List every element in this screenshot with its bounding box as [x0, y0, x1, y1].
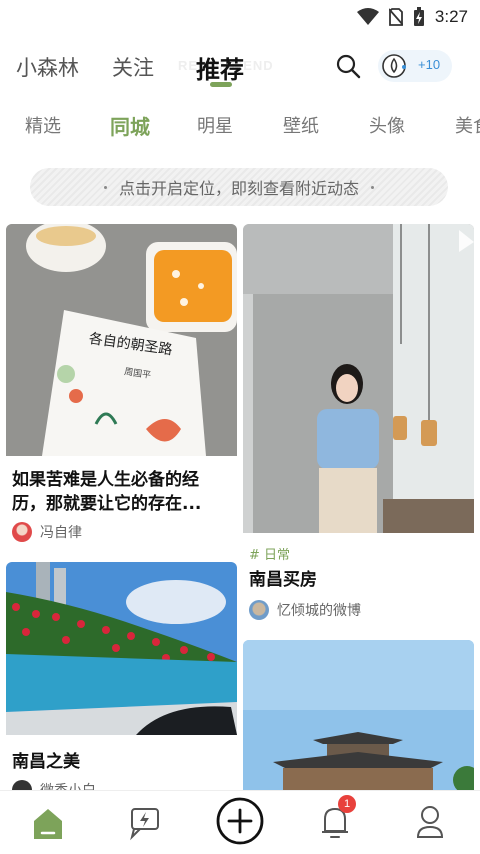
- banner-dot: [371, 185, 374, 189]
- card-image: [243, 640, 474, 790]
- author-name: 忆倾城的微博: [277, 603, 361, 619]
- card-image: 各自的朝圣路 周国平: [6, 224, 237, 456]
- category-local[interactable]: 同城: [110, 111, 150, 140]
- no-sim-icon: [388, 8, 403, 26]
- book-photo: 各自的朝圣路 周国平: [6, 224, 237, 456]
- card-title: 南昌之美: [12, 752, 80, 772]
- card-author[interactable]: 忆倾城的微博: [249, 600, 361, 620]
- avatar: [249, 600, 269, 620]
- profile-icon[interactable]: [408, 799, 452, 843]
- bottom-nav: 1: [0, 790, 480, 854]
- card-title: 如果苦难是人生必备的经历，那就要让它的存在...: [12, 470, 202, 514]
- top-nav: 小森林 关注 RECOMMEND 推荐 +10: [0, 40, 480, 92]
- status-bar: 3:27: [0, 0, 480, 34]
- card-image: [243, 224, 474, 533]
- points-button[interactable]: +10: [378, 50, 452, 82]
- location-banner[interactable]: 点击开启定位，即刻查看附近动态: [30, 168, 448, 206]
- water-drop-icon: [382, 54, 406, 78]
- points-count: +10: [418, 57, 441, 72]
- author-name: 冯自律: [40, 525, 82, 541]
- publish-icon[interactable]: [215, 796, 265, 846]
- tab-following[interactable]: 关注: [112, 52, 154, 82]
- category-celebrity[interactable]: 明星: [197, 112, 233, 138]
- tab-recommend[interactable]: 推荐: [196, 50, 244, 85]
- card-author[interactable]: 微香小白: [12, 780, 96, 790]
- pavilion-photo: [243, 640, 474, 790]
- active-tab-indicator: [210, 82, 232, 87]
- card-title: 南昌买房: [249, 570, 317, 590]
- card-author[interactable]: 冯自律: [12, 522, 82, 542]
- category-avatar[interactable]: 头像: [369, 112, 405, 138]
- feed-card-city[interactable]: 南昌之美 微香小白: [6, 562, 237, 790]
- avatar: [12, 522, 32, 542]
- card-topic-tag[interactable]: # 日常: [249, 544, 290, 563]
- category-food[interactable]: 美食: [455, 112, 480, 138]
- card-image: [6, 562, 237, 735]
- author-name: 微香小白: [40, 780, 96, 790]
- avatar: [12, 780, 32, 790]
- category-featured[interactable]: 精选: [25, 112, 61, 138]
- notification-badge: 1: [338, 795, 356, 813]
- home-icon[interactable]: [26, 799, 70, 843]
- banner-dot: [103, 185, 107, 189]
- feed-card-house[interactable]: # 日常 南昌买房 忆倾城的微博: [243, 224, 474, 632]
- person-photo: [243, 224, 474, 533]
- category-tabs: 精选 同城 明星 壁纸 头像 美食: [0, 100, 480, 146]
- location-banner-text: 点击开启定位，即刻查看附近动态: [118, 179, 359, 198]
- search-icon[interactable]: [334, 52, 362, 80]
- feed-card-pavilion[interactable]: [243, 640, 474, 790]
- battery-charging-icon: [413, 7, 424, 26]
- flash-chat-icon[interactable]: [122, 799, 166, 843]
- flower-wall-photo: [6, 562, 237, 735]
- clock: 3:27: [434, 7, 468, 26]
- feed-card-book[interactable]: 各自的朝圣路 周国平 如果苦难是人生必备的经历，那就要让它的存在... 冯自律: [6, 224, 237, 554]
- wifi-icon: [356, 8, 379, 25]
- tab-forest[interactable]: 小森林: [16, 52, 79, 82]
- category-wallpaper[interactable]: 壁纸: [283, 112, 319, 138]
